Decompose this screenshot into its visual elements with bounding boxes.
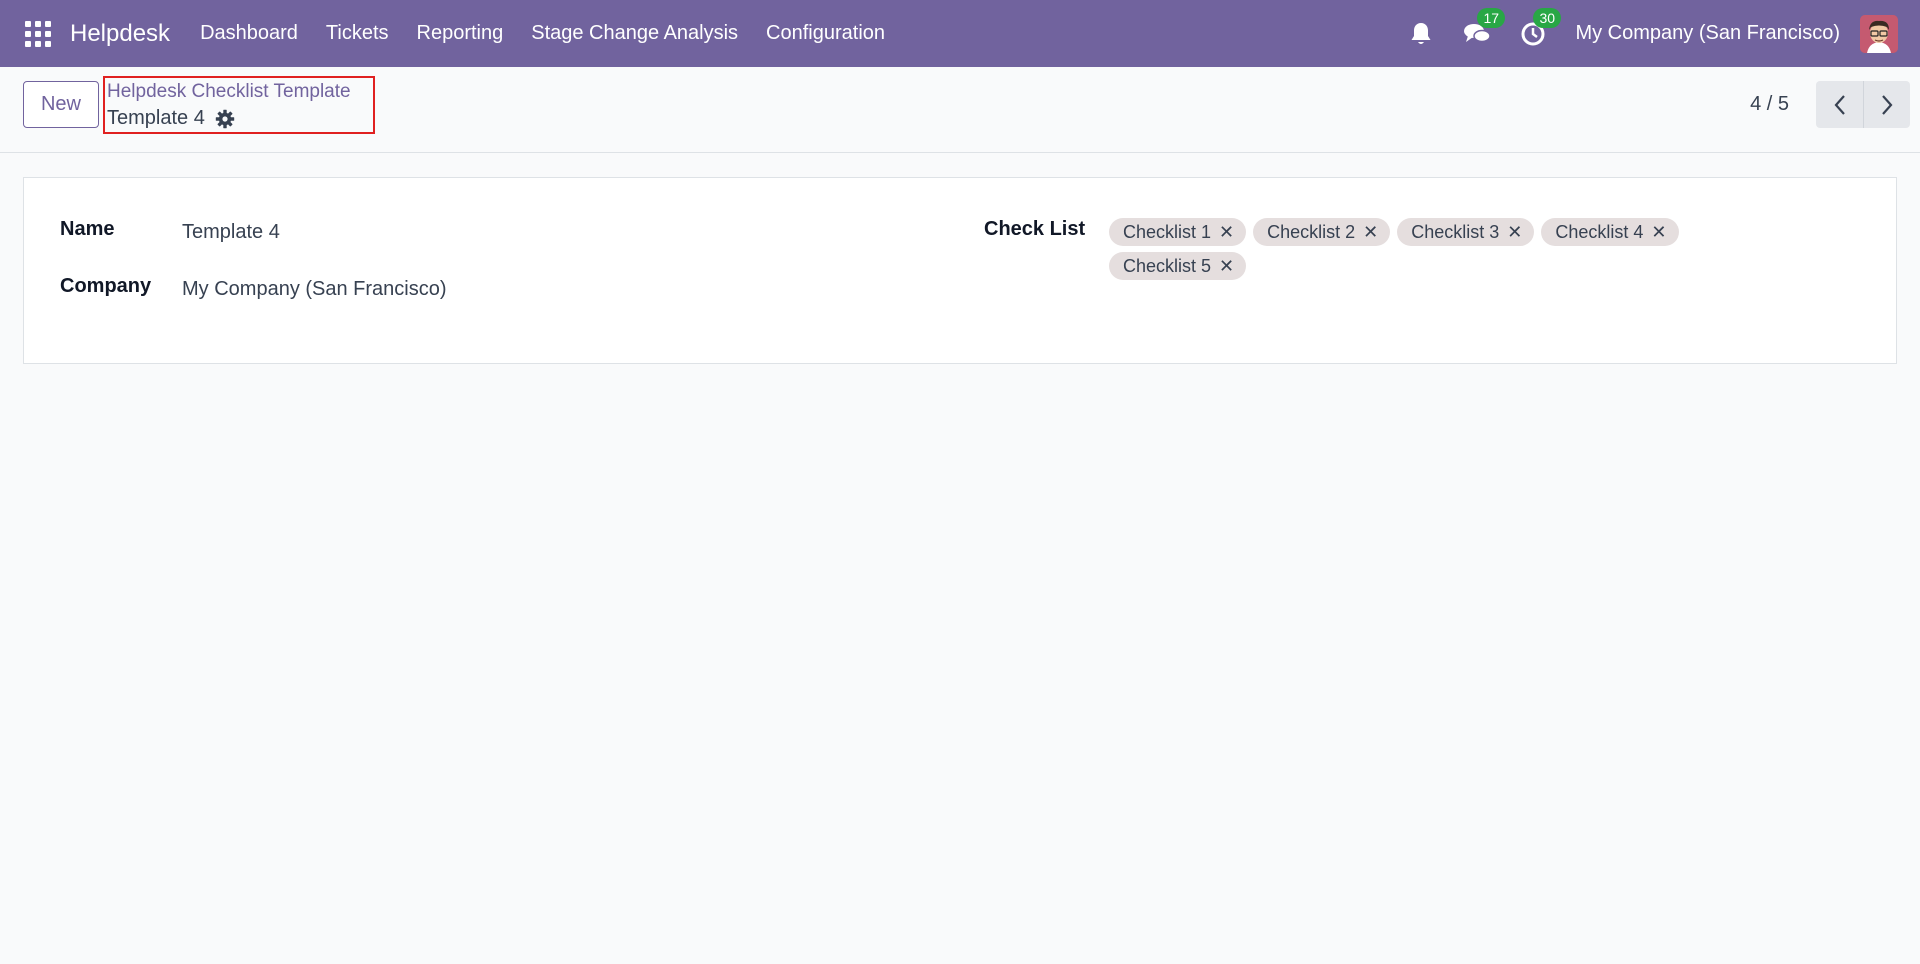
activity-clock-icon[interactable]: 30 <box>1519 7 1562 48</box>
checklist-tag-label: Checklist 5 <box>1123 255 1212 276</box>
name-label: Name <box>60 218 115 240</box>
breadcrumb-parent-link[interactable]: Helpdesk Checklist Template <box>107 81 351 103</box>
menu-item-configuration[interactable]: Configuration <box>752 0 899 67</box>
checklist-tag: Checklist 4 ✕ <box>1541 218 1679 246</box>
close-icon[interactable]: ✕ <box>1219 257 1234 275</box>
checklist-tag-label: Checklist 1 <box>1123 221 1212 242</box>
pager-value[interactable]: 4 / 5 <box>1750 93 1789 116</box>
main-menu: Dashboard Tickets Reporting Stage Change… <box>186 0 899 67</box>
close-icon[interactable]: ✕ <box>1363 223 1378 241</box>
name-field[interactable]: Template 4 <box>182 221 280 244</box>
systray: 17 30 My Company (San Francisco) <box>1393 0 1920 67</box>
chevron-right-icon <box>1882 94 1893 115</box>
breadcrumb: Helpdesk Checklist Template Template 4 <box>103 76 375 134</box>
messages-count-badge: 17 <box>1477 7 1506 28</box>
checklist-tag: Checklist 1 ✕ <box>1109 218 1247 246</box>
close-icon[interactable]: ✕ <box>1507 223 1522 241</box>
checklist-tag-label: Checklist 3 <box>1411 221 1500 242</box>
menu-item-tickets[interactable]: Tickets <box>312 0 403 67</box>
close-icon[interactable]: ✕ <box>1651 223 1666 241</box>
menu-item-stage-change-analysis[interactable]: Stage Change Analysis <box>517 0 752 67</box>
new-button[interactable]: New <box>23 81 99 128</box>
menu-item-dashboard[interactable]: Dashboard <box>186 0 312 67</box>
chevron-left-icon <box>1834 94 1845 115</box>
record-title: Template 4 <box>107 107 205 129</box>
apps-menu-icon[interactable] <box>25 20 51 47</box>
bell-icon[interactable] <box>1407 20 1435 48</box>
user-avatar[interactable] <box>1860 14 1898 53</box>
checklist-tag: Checklist 3 ✕ <box>1397 218 1535 246</box>
app-brand[interactable]: Helpdesk <box>70 20 170 48</box>
checklist-label: Check List <box>984 218 1086 240</box>
activities-count-badge: 30 <box>1533 7 1562 28</box>
company-switcher[interactable]: My Company (San Francisco) <box>1575 22 1840 45</box>
checklist-tag-label: Checklist 2 <box>1267 221 1356 242</box>
gear-icon[interactable] <box>215 109 235 129</box>
checklist-tag: Checklist 5 ✕ <box>1109 252 1247 280</box>
company-field[interactable]: My Company (San Francisco) <box>182 278 447 301</box>
close-icon[interactable]: ✕ <box>1219 223 1234 241</box>
form-sheet: Name Template 4 Company My Company (San … <box>23 177 1897 364</box>
control-panel: New Helpdesk Checklist Template Template… <box>0 67 1920 153</box>
pager-next-button[interactable] <box>1863 81 1910 128</box>
top-navbar: Helpdesk Dashboard Tickets Reporting Sta… <box>0 0 1920 67</box>
checklist-tags[interactable]: Checklist 1 ✕ Checklist 2 ✕ Checklist 3 … <box>1109 218 1749 280</box>
messages-icon[interactable]: 17 <box>1463 7 1506 48</box>
company-label: Company <box>60 275 152 297</box>
pager-previous-button[interactable] <box>1816 81 1863 128</box>
menu-item-reporting[interactable]: Reporting <box>403 0 518 67</box>
checklist-tag: Checklist 2 ✕ <box>1253 218 1391 246</box>
checklist-tag-label: Checklist 4 <box>1555 221 1644 242</box>
breadcrumb-current: Template 4 <box>107 107 235 130</box>
